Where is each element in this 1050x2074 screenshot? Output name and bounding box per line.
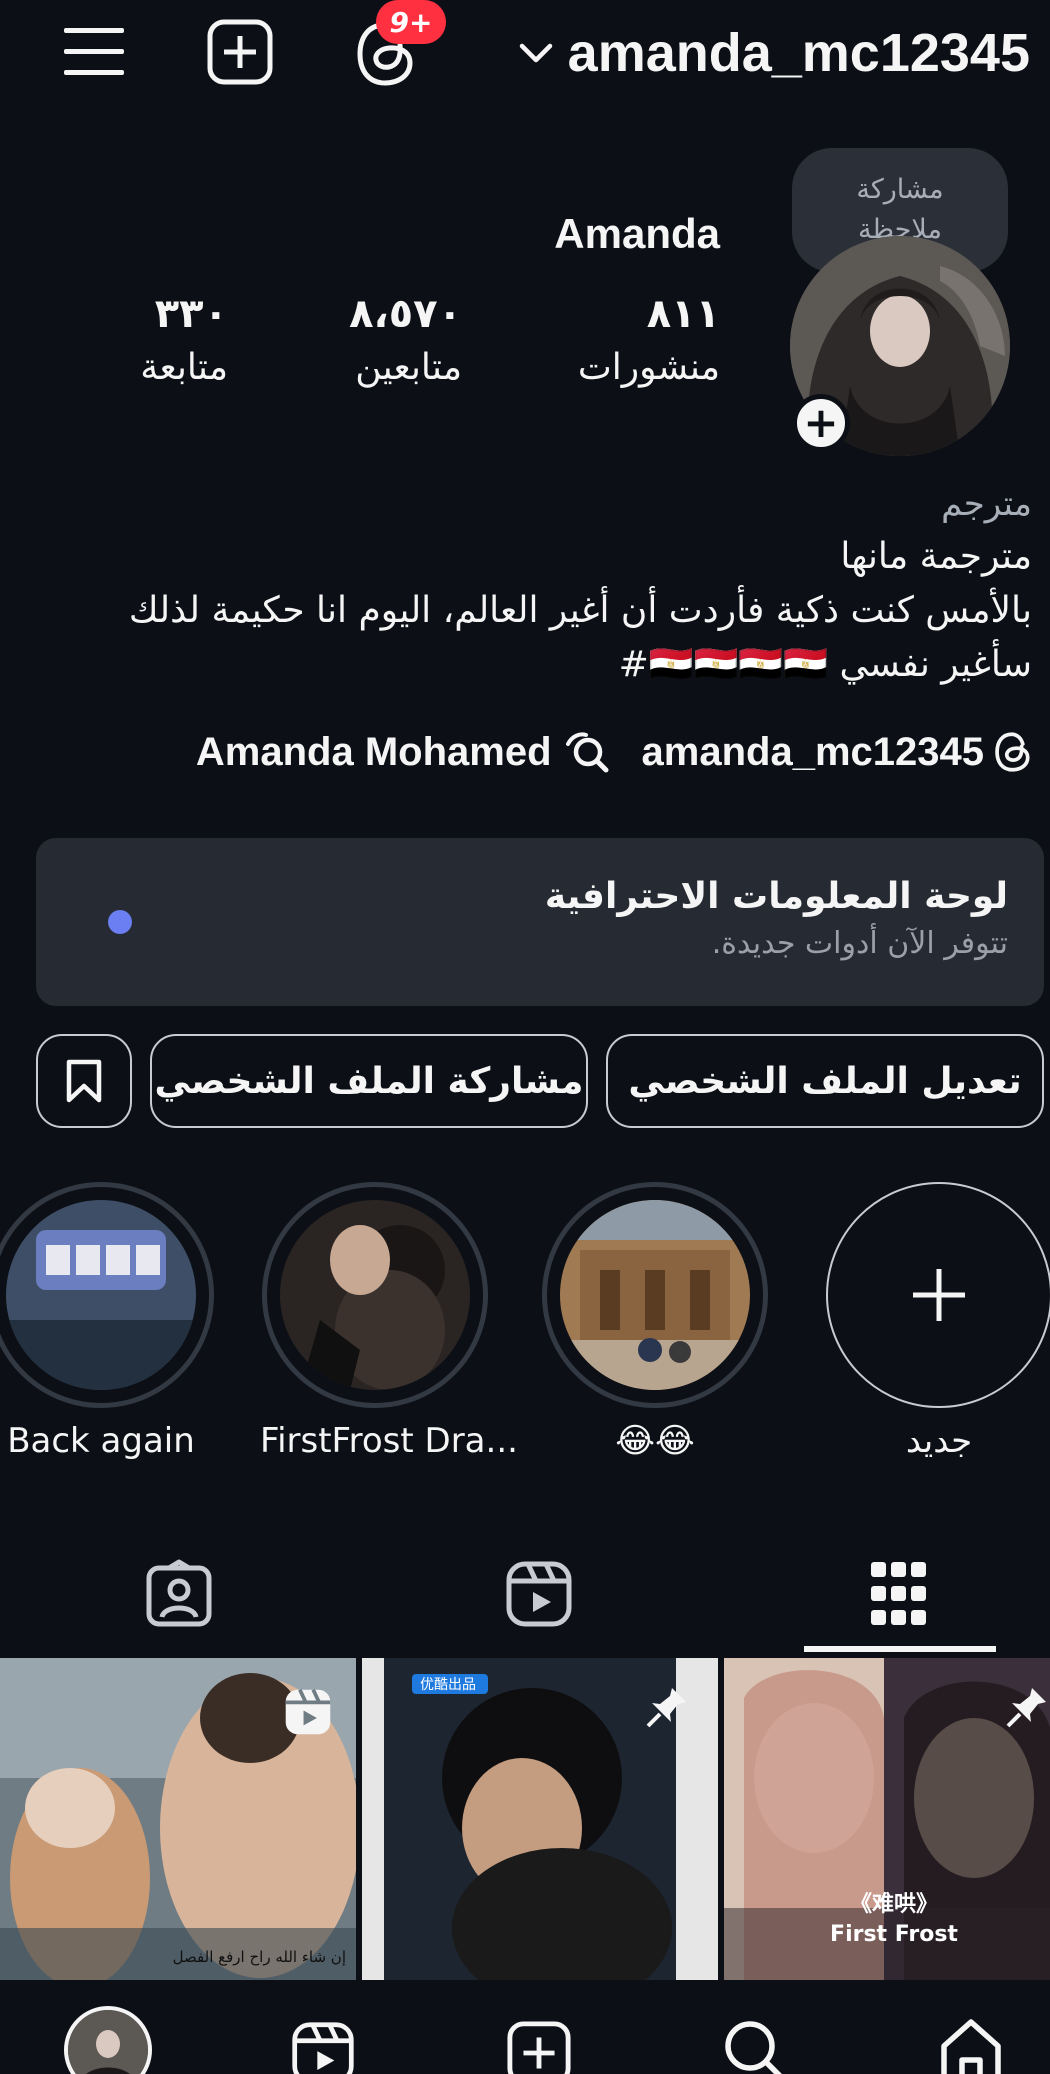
saved-button[interactable] [36,1034,132,1128]
grid-icon [871,1562,926,1625]
stat-followers[interactable]: ٨،٥٧٠ متابعين [349,288,462,396]
highlight-label: 😂😂 [615,1421,695,1461]
tab-posts-grid[interactable] [724,1536,1050,1652]
highlight-item[interactable]: FirstFrost Dra... [260,1182,518,1466]
highlight-item[interactable]: 😂😂 [540,1182,770,1466]
highlight-cover [560,1200,750,1390]
tab-reels[interactable] [364,1536,714,1652]
profile-bio: مترجم مترجمة مانها بالأمس كنت ذكية فأردت… [22,478,1032,692]
grid-caption: إن شاء الله راح ارفع الفصل [172,1948,346,1966]
highlight-cover [280,1200,470,1390]
pin-icon [1006,1688,1046,1728]
grid-post[interactable]: إن شاء الله راح ارفع الفصل [0,1658,356,1980]
highlight-ring [0,1182,214,1408]
nav-profile-avatar[interactable] [64,2006,152,2074]
bookmark-icon [66,1059,102,1103]
share-profile-button[interactable]: مشاركة الملف الشخصي [150,1034,588,1128]
stat-posts-value: ٨١١ [646,291,720,337]
reels-icon [506,1561,572,1627]
edit-profile-button[interactable]: تعديل الملف الشخصي [606,1034,1044,1128]
pin-icon [646,1688,686,1728]
profile-display-name: Amanda [554,210,720,257]
profile-links: Amanda Mohamed amanda_mc12345 [196,722,1032,782]
bio-line: بالأمس كنت ذكية فأردت أن أغير العالم، ال… [128,590,1032,631]
professional-dashboard-card[interactable]: لوحة المعلومات الاحترافية تتوفر الآن أدو… [36,838,1044,1006]
grid-post[interactable]: 《难哄》 First Frost [724,1658,1050,1980]
grid-post[interactable]: 优酷出品 [362,1658,718,1980]
stat-following-value: ٣٣٠ [154,291,228,337]
home-nav-icon[interactable] [938,2016,1004,2074]
notification-badge: 9+ [376,0,446,44]
menu-icon[interactable] [58,16,130,88]
bio-line: سأغير نفسي 🇪🇬🇪🇬🇪🇬🇪🇬# [618,644,1032,685]
highlight-ring [542,1182,768,1408]
bottom-navigation [0,1982,1050,2074]
tab-tagged[interactable] [4,1536,354,1652]
stat-followers-value: ٨،٥٧٠ [349,291,462,337]
stat-following[interactable]: ٣٣٠ متابعة [140,288,228,396]
note-line-1: مشاركة [856,174,944,205]
threads-handle: amanda_mc12345 [641,729,984,774]
profile-tabs [0,1536,1050,1652]
highlight-item[interactable]: Back again [0,1182,216,1466]
linked-account-name: Amanda Mohamed [195,729,552,774]
active-tab-indicator [804,1646,996,1652]
new-indicator-dot [108,910,132,934]
profile-category: مترجم [941,484,1032,524]
bio-line: مترجمة مانها [840,536,1032,577]
add-story-plus-icon[interactable]: + [792,394,850,452]
account-switcher[interactable]: amanda_mc12345 [518,18,1030,88]
highlight-ring [262,1182,488,1408]
top-bar: 9+ amanda_mc12345 [0,0,1050,110]
highlight-new[interactable]: جديد [824,1182,1050,1466]
stat-posts-label: منشورات [577,347,720,388]
new-highlight-ring [826,1182,1050,1408]
dashboard-title: لوحة المعلومات الاحترافية [544,876,1008,917]
reel-badge-icon [285,1688,331,1735]
dashboard-subtitle: تتوفر الآن أدوات جديدة. [711,926,1008,961]
threads-icon [995,732,1030,772]
stat-followers-label: متابعين [355,347,462,388]
stat-following-label: متابعة [140,347,228,388]
tagged-person-icon [146,1559,212,1627]
header-username: amanda_mc12345 [567,23,1030,83]
stat-posts[interactable]: ٨١١ منشورات [578,288,720,396]
grid-caption: 《难哄》 First Frost [830,1892,958,1947]
search-link-icon [565,732,609,773]
linked-account-link[interactable]: Amanda Mohamed [196,730,612,775]
reels-nav-icon[interactable] [290,2020,356,2074]
grid-caption: 优酷出品 [420,1677,476,1693]
highlight-label: FirstFrost Dra... [260,1421,518,1461]
search-nav-icon[interactable] [722,2018,788,2074]
highlight-cover [6,1200,196,1390]
plus-icon [913,1269,965,1321]
highlight-label: جديد [905,1421,973,1461]
create-nav-icon[interactable] [506,2020,572,2074]
create-post-icon[interactable] [204,16,276,88]
threads-profile-link[interactable]: amanda_mc12345 [642,730,1032,775]
highlight-label: Back again [7,1421,195,1461]
chevron-down-icon [519,43,552,63]
